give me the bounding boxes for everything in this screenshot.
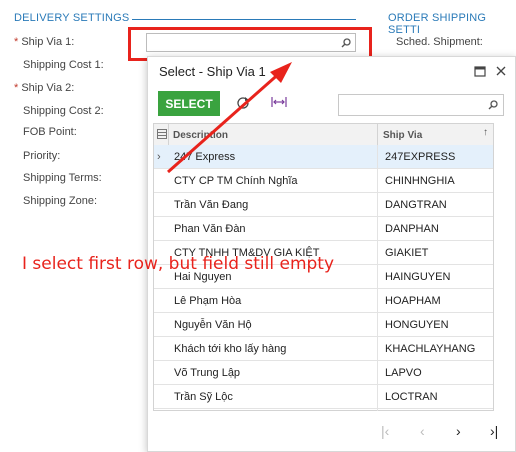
cell-description: Trần Văn Đang bbox=[174, 199, 249, 211]
table-row[interactable]: Nguyễn Văn Hộ HONGUYEN bbox=[154, 313, 493, 337]
shipping-terms-label: Shipping Terms: bbox=[23, 172, 102, 184]
ship-via-2-label: * Ship Via 2: bbox=[14, 82, 74, 94]
maximize-icon[interactable] bbox=[474, 66, 486, 77]
cell-description: Nguyễn Văn Hộ bbox=[174, 319, 252, 331]
table-row[interactable]: Khách tới kho lấy hàng KHACHLAYHANG bbox=[154, 337, 493, 361]
cell-ship-via: 247EXPRESS bbox=[385, 151, 456, 163]
ship-via-2-label-text: Ship Via 2: bbox=[21, 82, 75, 94]
grid-settings-icon[interactable] bbox=[157, 129, 167, 139]
cell-description: Lê Phạm Hòa bbox=[174, 295, 242, 307]
cell-ship-via: HAINGUYEN bbox=[385, 271, 451, 283]
cell-ship-via: CHINHNGHIA bbox=[385, 175, 455, 187]
grid-body: › 247 Express 247EXPRESS CTY CP TM Chính… bbox=[154, 145, 493, 411]
cell-description: Phan Văn Đàn bbox=[174, 223, 246, 235]
last-page-button[interactable]: ›| bbox=[490, 423, 498, 439]
column-header-ship-via[interactable]: Ship Via bbox=[383, 130, 422, 141]
close-icon[interactable] bbox=[495, 65, 507, 77]
column-header-description[interactable]: Description bbox=[173, 130, 228, 141]
search-icon[interactable] bbox=[488, 100, 498, 110]
grid-header: Description Ship Via ↑ bbox=[154, 124, 493, 146]
priority-label: Priority: bbox=[23, 150, 61, 162]
required-marker: * bbox=[14, 82, 19, 94]
column-divider bbox=[377, 145, 378, 411]
table-row[interactable]: Võ Trung Lập LAPVO bbox=[154, 361, 493, 385]
sort-ascending-icon[interactable]: ↑ bbox=[483, 127, 488, 138]
cell-ship-via: HOAPHAM bbox=[385, 295, 441, 307]
sched-shipment-label: Sched. Shipment: bbox=[396, 36, 483, 48]
order-shipping-settings-title: ORDER SHIPPING SETTI bbox=[388, 12, 487, 36]
cell-description: Trần Sỹ Lộc bbox=[174, 391, 233, 403]
ship-via-1-label: * Ship Via 1: bbox=[14, 36, 74, 48]
required-marker: * bbox=[14, 36, 19, 48]
select-button[interactable]: SELECT bbox=[158, 91, 220, 116]
shipping-cost-2-label: Shipping Cost 2: bbox=[23, 105, 104, 117]
cell-description: Võ Trung Lập bbox=[174, 367, 241, 379]
fob-point-label: FOB Point: bbox=[23, 126, 77, 138]
prev-page-button[interactable]: ‹ bbox=[420, 423, 425, 439]
shipping-cost-1-label: Shipping Cost 1: bbox=[23, 59, 104, 71]
ship-via-1-label-text: Ship Via 1: bbox=[21, 36, 75, 48]
grid-header-divider bbox=[168, 124, 169, 145]
cell-ship-via: KHACHLAYHANG bbox=[385, 343, 476, 355]
cell-ship-via: GIAKIET bbox=[385, 247, 429, 259]
table-row[interactable]: Trần Văn Đang DANGTRAN bbox=[154, 193, 493, 217]
table-row[interactable]: › 247 Express 247EXPRESS bbox=[154, 145, 493, 169]
table-row[interactable]: CTY CP TM Chính Nghĩa CHINHNGHIA bbox=[154, 169, 493, 193]
table-row[interactable]: Trần Sỹ Lộc LOCTRAN bbox=[154, 385, 493, 409]
cell-description: CTY CP TM Chính Nghĩa bbox=[174, 175, 298, 187]
dialog-search-input[interactable] bbox=[338, 94, 504, 116]
cell-ship-via: HONGUYEN bbox=[385, 319, 449, 331]
table-row[interactable]: Phan Văn Đàn DANPHAN bbox=[154, 217, 493, 241]
cell-description: 247 Express bbox=[174, 151, 236, 163]
delivery-settings-divider bbox=[132, 19, 356, 20]
cell-ship-via: LAPVO bbox=[385, 367, 422, 379]
first-page-button[interactable]: |‹ bbox=[381, 423, 389, 439]
shipping-zone-label: Shipping Zone: bbox=[23, 195, 97, 207]
fit-width-icon[interactable] bbox=[271, 96, 287, 108]
grid-header-divider bbox=[377, 124, 378, 145]
cell-ship-via: DANPHAN bbox=[385, 223, 439, 235]
dialog-title: Select - Ship Via 1 bbox=[159, 64, 266, 79]
table-row[interactable]: Lê Phạm Hòa HOAPHAM bbox=[154, 289, 493, 313]
cell-description: Khách tới kho lấy hàng bbox=[174, 343, 287, 355]
next-page-button[interactable]: › bbox=[456, 423, 461, 439]
refresh-icon[interactable] bbox=[236, 95, 250, 109]
row-selector-icon[interactable]: › bbox=[157, 145, 167, 169]
delivery-settings-title: DELIVERY SETTINGS bbox=[14, 12, 130, 24]
cell-ship-via: LOCTRAN bbox=[385, 391, 438, 403]
cell-ship-via: DANGTRAN bbox=[385, 199, 447, 211]
annotation-text: I select first row, but field still empt… bbox=[22, 254, 335, 274]
